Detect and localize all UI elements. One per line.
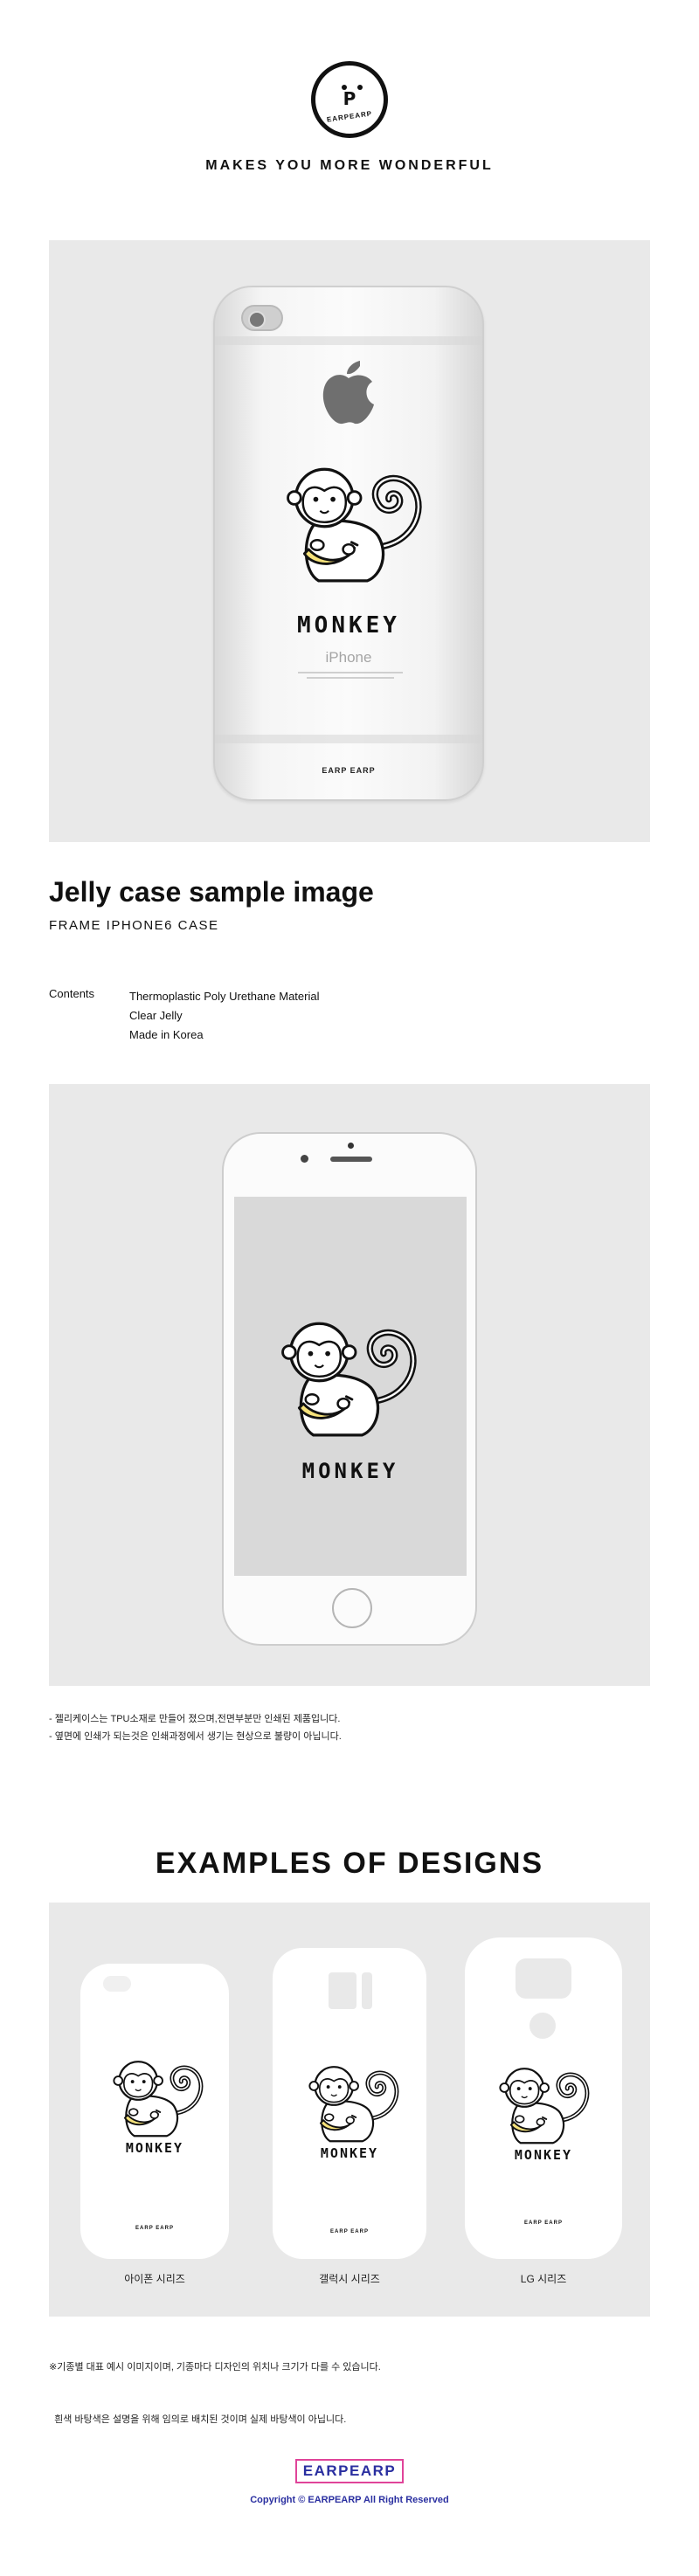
brand-logo: P EARPEARP [311,61,388,138]
case-brand-mark: EARP EARP [524,2220,563,2226]
logo-text: EARPEARP [326,109,373,124]
case-notes: - 젤리케이스는 TPU소재로 만들어 졌으며,전면부분만 인쇄된 제품입니다.… [49,1710,342,1745]
example-label: 아이폰 시리즈 [124,2273,185,2285]
monkey-illustration [274,443,432,600]
antenna-band-top [215,336,482,345]
iphone-wordmark: iPhone [325,649,372,666]
note-line: ※기종별 대표 예시 이미지이며, 기종마다 디자인의 위치나 크기가 다를 수… [49,2362,381,2372]
monkey-illustration [301,2056,405,2147]
camera-icon [516,1958,571,1999]
logo-letter: P [343,88,356,109]
case-brand-mark: EARP EARP [330,2229,369,2234]
example-label: LG 시리즈 [520,2273,567,2285]
case-brand-mark: EARP EARP [322,766,376,775]
contents-list: Thermoplastic Poly Urethane Material Cle… [129,987,319,1045]
design-label: MONKEY [514,2147,573,2163]
phone-case-back: MONKEY iPhone EARP EARP [213,286,484,801]
examples-title: EXAMPLES OF DESIGNS [155,1847,544,1880]
examples-panel: MONKEY EARP EARP 아이폰 시리즈 MONKEY EARP EAR… [49,1903,650,2317]
design-label: MONKEY [301,1459,399,1483]
flash-icon [362,1972,372,2009]
monkey-illustration [491,2058,596,2149]
phone-screen: MONKEY [234,1197,467,1576]
design-label: MONKEY [297,612,400,639]
camera-icon [241,305,283,331]
footer-brand-logo: EARPEARP [295,2459,404,2483]
product-image-front: MONKEY [49,1084,650,1686]
section-subtitle: FRAME IPHONE6 CASE [49,918,219,933]
front-camera-icon [301,1155,308,1163]
antenna-band-bottom [215,735,482,743]
tagline: MAKES YOU MORE WONDERFUL [205,158,494,173]
camera-icon [329,1972,356,2009]
earpiece-speaker [330,1157,372,1162]
power-button-icon [529,2013,556,2039]
monkey-illustration [105,2051,210,2142]
examples-notes: ※기종별 대표 예시 이미지이며, 기종마다 디자인의 위치나 크기가 다를 수… [49,2324,381,2446]
example-case-lg: MONKEY EARP EARP [465,1937,622,2259]
phone-case-front: MONKEY [222,1132,477,1646]
note-line: 흰색 바탕색은 설명을 위해 임의로 배치된 것이며 실제 바탕색이 아닙니다. [49,2414,347,2425]
contents-item: Made in Korea [129,1028,204,1041]
section-title: Jelly case sample image [49,876,374,908]
note-line: - 옆면에 인쇄가 되는것은 인쇄과정에서 생기는 현상으로 불량이 아닙니다. [49,1731,342,1742]
contents-item: Clear Jelly [129,1009,183,1022]
camera-icon [103,1976,131,1992]
note-line: - 젤리케이스는 TPU소재로 만들어 졌으며,전면부분만 인쇄된 제품입니다. [49,1714,341,1724]
product-image-back: MONKEY iPhone EARP EARP [49,240,650,842]
example-case-galaxy: MONKEY EARP EARP [273,1948,426,2259]
example-case-iphone: MONKEY EARP EARP [80,1964,229,2259]
contents-label: Contents [49,987,95,1000]
monkey-illustration [269,1302,426,1450]
home-button-icon [332,1588,372,1628]
design-label: MONKEY [320,2145,379,2161]
example-label: 갤럭시 시리즈 [319,2273,380,2285]
copyright-text: Copyright © EARPEARP All Right Reserved [250,2495,449,2505]
contents-item: Thermoplastic Poly Urethane Material [129,990,320,1003]
sensor-dot [348,1143,354,1149]
case-brand-mark: EARP EARP [135,2226,174,2231]
design-label: MONKEY [125,2140,184,2156]
apple-logo-icon [322,361,374,425]
regulatory-fine-print [298,672,403,679]
